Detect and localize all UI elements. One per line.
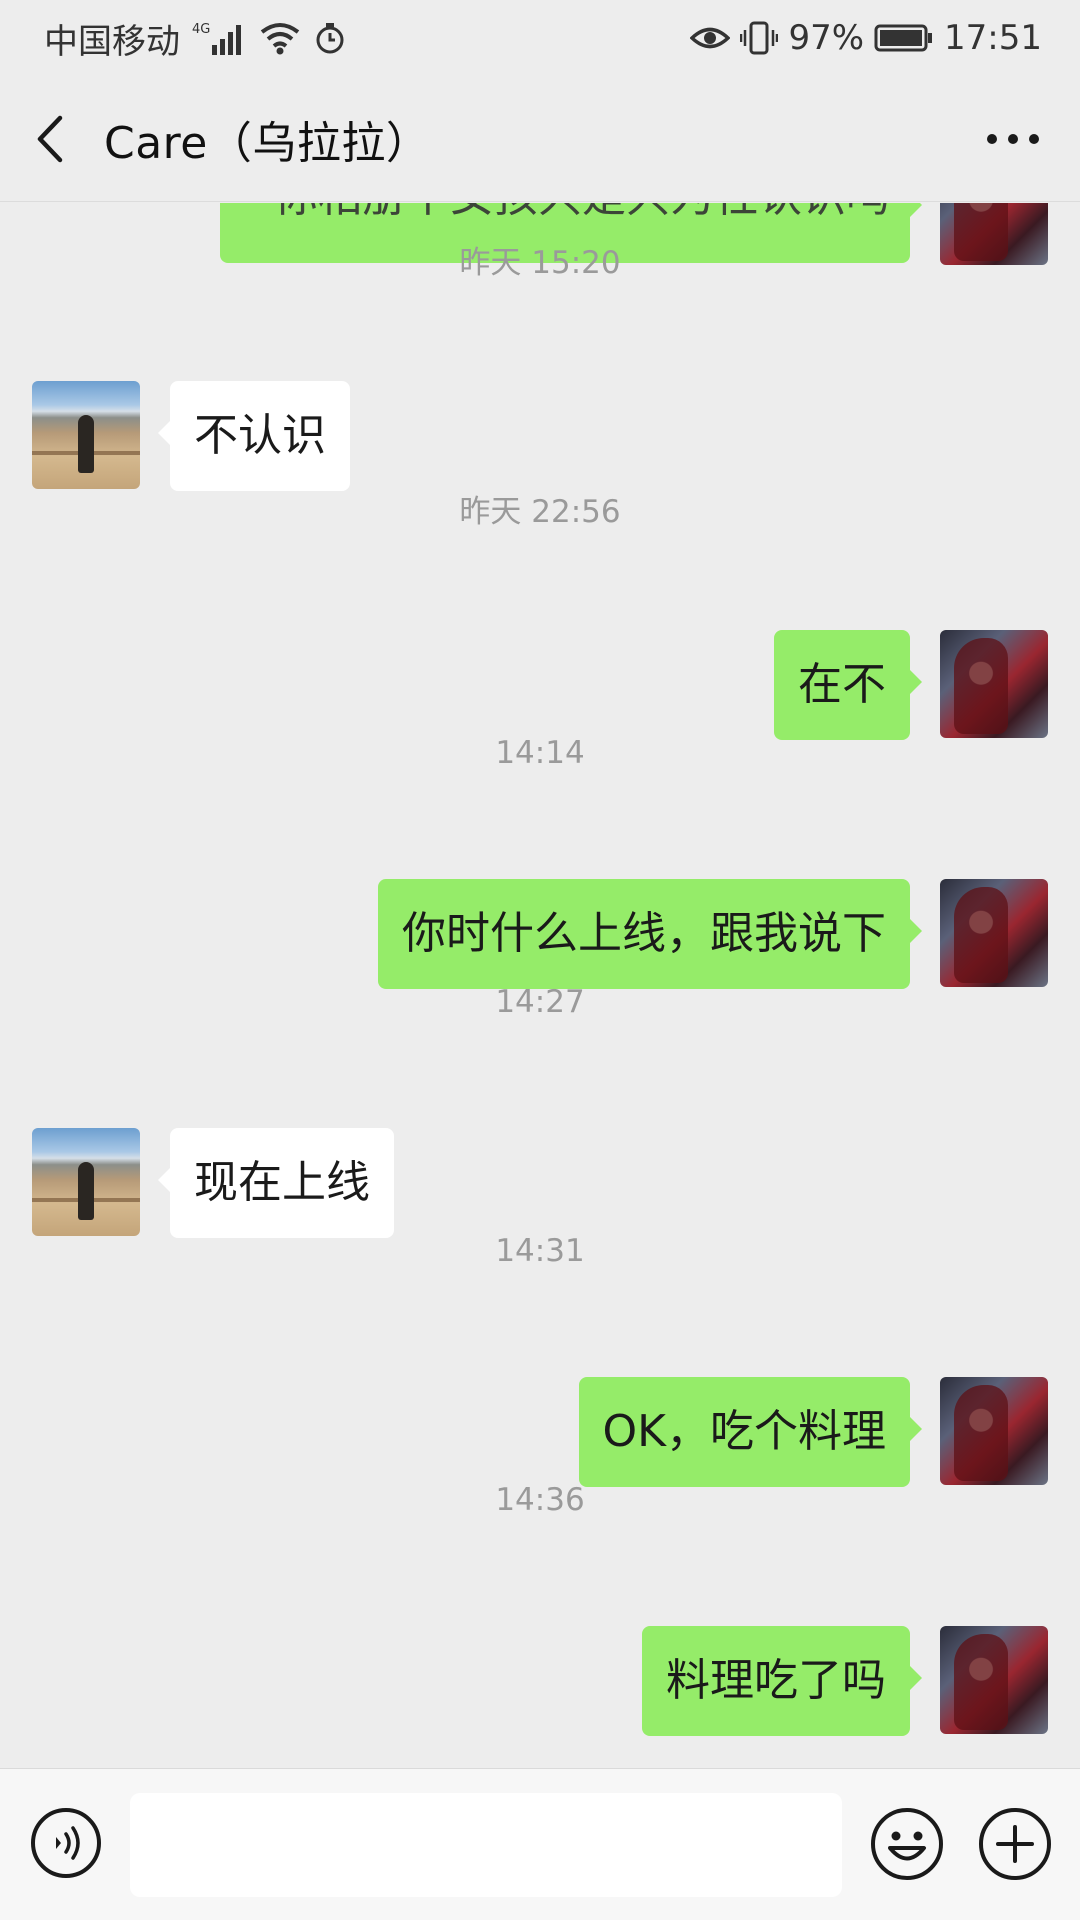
eye-comfort-icon — [690, 23, 731, 53]
message-bubble-sent[interactable]: OK，吃个料理 — [578, 1377, 922, 1487]
network-type-label: 4G — [192, 22, 210, 37]
message-text: 料理吃了吗 — [666, 1655, 886, 1706]
signal-icon: 4G — [192, 19, 246, 57]
avatar-self[interactable] — [940, 879, 1048, 987]
timestamp: 昨天 22:56 — [459, 494, 621, 530]
status-left: 中国移动 4G — [44, 14, 346, 63]
avatar-contact[interactable] — [32, 381, 140, 489]
avatar-self[interactable] — [940, 1626, 1048, 1734]
emoji-button[interactable] — [870, 1807, 944, 1881]
voice-button[interactable] — [30, 1807, 102, 1879]
status-bar: 中国移动 4G 97% 17:51 — [0, 0, 1080, 76]
timestamp: 14:36 — [495, 1482, 585, 1518]
more-actions-button[interactable] — [978, 1807, 1052, 1881]
message-input[interactable] — [130, 1793, 842, 1897]
message-bubble-sent[interactable]: 你时什么上线，跟我说下 — [378, 879, 922, 989]
chat-title: Care（乌拉拉） — [104, 117, 431, 169]
more-button[interactable] — [978, 106, 1048, 172]
message-bubble-received[interactable]: 现在上线 — [158, 1128, 394, 1238]
battery-icon — [874, 23, 934, 53]
message-bubble-sent[interactable]: 在不 — [774, 630, 922, 740]
chat-area[interactable]: 你相册中女孩只是只为社认识吗 昨天 15:20 不认识 昨天 22:56 在不 … — [0, 203, 1080, 1768]
message-text: 不认识 — [194, 410, 326, 461]
chevron-left-icon — [37, 115, 63, 162]
timestamp: 14:14 — [495, 735, 585, 771]
status-right: 97% 17:51 — [690, 18, 1042, 58]
voice-icon — [31, 1808, 101, 1878]
message-text: 在不 — [798, 659, 886, 710]
message-text: 你相册中女孩只是只为社认识吗 — [274, 203, 890, 227]
message-text: OK，吃个料理 — [602, 1406, 887, 1457]
wifi-icon — [258, 20, 302, 56]
timestamp: 14:27 — [495, 984, 585, 1020]
message-bubble-sent[interactable]: 料理吃了吗 — [642, 1626, 922, 1736]
back-button[interactable] — [0, 76, 104, 202]
battery-percent: 97% — [788, 18, 865, 58]
avatar-self[interactable] — [940, 1377, 1048, 1485]
more-icon — [987, 134, 1039, 144]
timestamp: 14:31 — [495, 1233, 585, 1269]
avatar-self[interactable] — [940, 630, 1048, 738]
title-bar: Care（乌拉拉） — [0, 76, 1080, 202]
clock: 17:51 — [944, 18, 1042, 58]
avatar-contact[interactable] — [32, 1128, 140, 1236]
emoji-icon — [871, 1808, 943, 1880]
message-bubble-received[interactable]: 不认识 — [158, 381, 350, 491]
vibrate-icon — [740, 20, 779, 56]
plus-icon — [979, 1808, 1051, 1880]
message-text: 现在上线 — [194, 1157, 370, 1208]
carrier-label: 中国移动 — [44, 21, 180, 62]
timestamp: 昨天 15:20 — [459, 245, 621, 281]
message-text: 你时什么上线，跟我说下 — [402, 908, 886, 959]
alarm-icon — [314, 21, 346, 55]
input-bar — [0, 1768, 1080, 1920]
